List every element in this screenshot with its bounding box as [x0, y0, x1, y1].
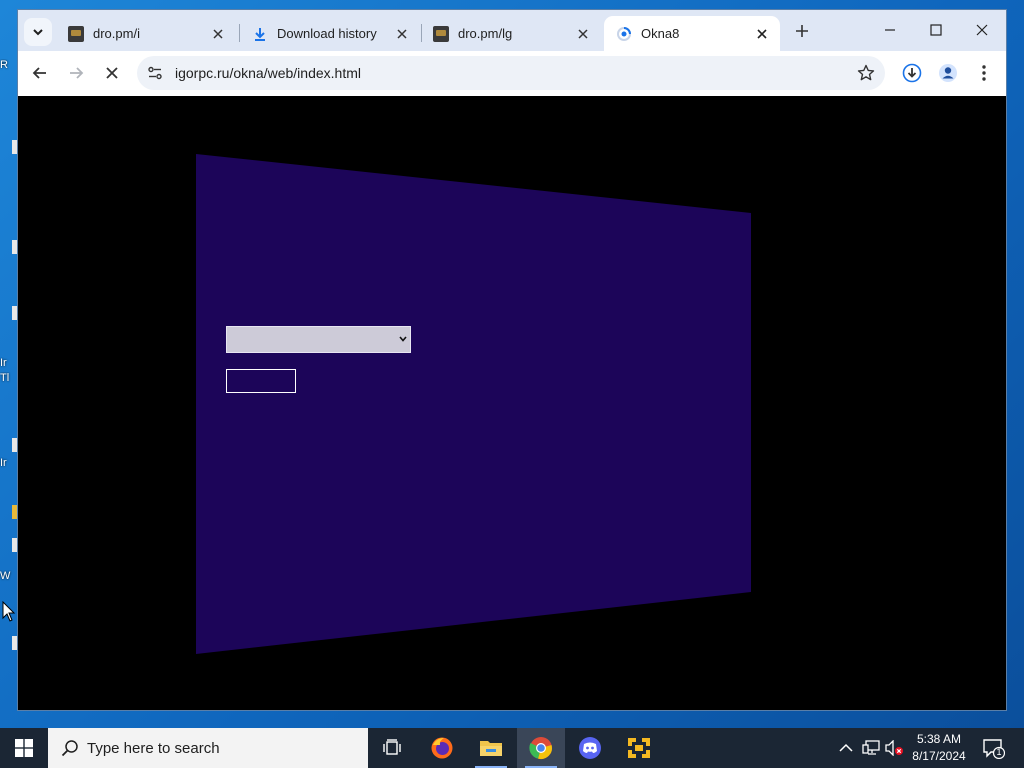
tab-close-button[interactable] [573, 24, 593, 44]
tab-close-button[interactable] [392, 24, 412, 44]
tab-dro-pm-lg[interactable]: dro.pm/lg [421, 16, 601, 51]
firefox-taskbar-button[interactable] [418, 728, 466, 768]
tab-title: dro.pm/lg [458, 26, 513, 41]
page-viewport [18, 96, 1006, 710]
download-icon [255, 27, 265, 41]
task-view-icon [383, 739, 401, 755]
browser-toolbar: igorpc.ru/okna/web/index.html [18, 51, 1006, 96]
notification-count: 1 [996, 747, 1002, 757]
loading-spinner-icon [617, 26, 631, 41]
profile-avatar-icon [939, 64, 957, 82]
discord-icon [579, 737, 601, 759]
tab-download-history[interactable]: Download history [240, 16, 420, 51]
tab-strip: dro.pm/i Download history dro.pm/lg Okna… [18, 10, 1006, 51]
setup-window-panel [196, 154, 751, 654]
desktop-icon-label-fragment: R [0, 59, 8, 71]
taskbar-search-box[interactable]: Type here to search [48, 728, 368, 768]
start-button[interactable] [0, 728, 48, 768]
address-bar[interactable]: igorpc.ru/okna/web/index.html [137, 56, 885, 90]
chrome-icon [529, 737, 552, 759]
close-icon [397, 28, 407, 39]
site-favicon [433, 25, 449, 42]
back-button[interactable] [25, 58, 55, 88]
desktop-icon-label-fragment: Ir [0, 457, 7, 469]
chevron-down-icon [33, 29, 43, 36]
site-settings-icon[interactable] [147, 65, 163, 81]
new-tab-button[interactable] [788, 17, 816, 45]
tab-title: Okna8 [641, 26, 680, 41]
windows-logo-icon [15, 739, 33, 757]
tab-okna8[interactable]: Okna8 [604, 16, 780, 51]
chrome-taskbar-button[interactable] [517, 728, 565, 768]
close-icon [757, 28, 767, 39]
maximize-button[interactable] [914, 15, 958, 45]
close-icon [578, 28, 588, 39]
show-hidden-icons-chevron-icon[interactable] [839, 743, 853, 753]
more-vert-icon [982, 65, 986, 81]
arrow-right-icon [70, 67, 84, 79]
discord-taskbar-button[interactable] [566, 728, 614, 768]
minimize-button[interactable] [868, 15, 912, 45]
profile-button[interactable] [933, 58, 963, 88]
tab-dro-pm-i[interactable]: dro.pm/i [56, 16, 236, 51]
tab-close-button[interactable] [208, 24, 228, 44]
system-clock[interactable]: 5:38 AM 8/17/2024 [904, 731, 974, 765]
file-explorer-taskbar-button[interactable] [467, 728, 515, 768]
taskbar: Type here to search 5:38 AM 8/17/2024 1 [0, 728, 1024, 768]
tab-search-button[interactable] [24, 18, 52, 46]
tab-title: Download history [277, 26, 377, 41]
mouse-cursor-icon [2, 601, 16, 622]
forward-button[interactable] [61, 58, 91, 88]
download-icon [902, 63, 922, 83]
firefox-icon [431, 737, 453, 759]
close-icon [106, 67, 118, 79]
network-icon[interactable] [862, 740, 880, 756]
desktop-icon-label-fragment: W [0, 570, 11, 582]
close-window-button[interactable] [960, 15, 1004, 45]
desktop-icon-label-fragment: Ir [0, 357, 7, 369]
menu-button[interactable] [969, 58, 999, 88]
plus-icon [796, 25, 808, 37]
search-placeholder: Type here to search [87, 739, 220, 757]
language-select[interactable] [226, 326, 411, 353]
desktop-icon-label-fragment: Tl [0, 372, 10, 384]
browser-window: dro.pm/i Download history dro.pm/lg Okna… [18, 10, 1006, 710]
url-text[interactable]: igorpc.ru/okna/web/index.html [175, 65, 361, 81]
task-view-button[interactable] [368, 728, 416, 768]
bookmark-star-icon[interactable] [857, 64, 875, 82]
maximize-icon [930, 24, 942, 36]
stop-loading-button[interactable] [97, 58, 127, 88]
site-favicon [68, 25, 84, 42]
close-icon [213, 28, 223, 39]
tab-title: dro.pm/i [93, 26, 140, 41]
downloads-button[interactable] [897, 58, 927, 88]
search-icon [61, 740, 78, 757]
tab-close-button[interactable] [752, 24, 772, 44]
clock-date: 8/17/2024 [912, 749, 966, 763]
next-button[interactable] [226, 369, 296, 393]
vmware-taskbar-button[interactable] [615, 728, 663, 768]
action-center-button[interactable]: 1 [980, 728, 1010, 768]
clock-time: 5:38 AM [916, 732, 962, 746]
minimize-icon [885, 29, 895, 31]
folder-icon [480, 741, 502, 756]
vmware-icon [628, 738, 650, 758]
close-icon [976, 24, 988, 36]
volume-muted-icon[interactable] [884, 740, 904, 756]
arrow-left-icon [32, 67, 46, 79]
chevron-down-icon [399, 336, 407, 342]
